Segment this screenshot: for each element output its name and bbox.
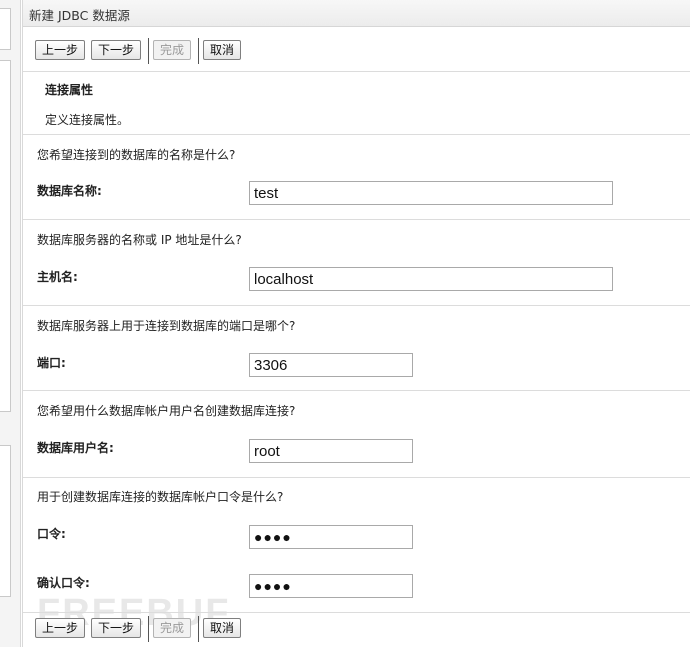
section-title: 连接属性 <box>45 83 94 97</box>
window-title: 新建 JDBC 数据源 <box>29 8 130 23</box>
divider <box>23 71 690 72</box>
port-input[interactable] <box>249 353 413 377</box>
gutter-tab[interactable] <box>0 8 11 50</box>
host-name-label: 主机名: <box>37 270 78 284</box>
port-question: 数据库服务器上用于连接到数据库的端口是哪个? <box>37 319 296 333</box>
button-separator <box>198 616 199 642</box>
db-user-question: 您希望用什么数据库帐户用户名创建数据库连接? <box>37 404 296 418</box>
host-name-input[interactable] <box>249 267 613 291</box>
password-label: 口令: <box>37 527 66 541</box>
confirm-password-label: 确认口令: <box>37 576 90 590</box>
button-separator <box>148 38 149 64</box>
bottom-button-bar: 上一步 下一步 完成 取消 <box>23 612 690 646</box>
database-name-label: 数据库名称: <box>37 184 102 198</box>
db-user-label: 数据库用户名: <box>37 441 114 455</box>
gutter-tab[interactable] <box>0 60 11 412</box>
finish-button: 完成 <box>153 618 192 638</box>
button-separator <box>198 38 199 64</box>
window-titlebar: 新建 JDBC 数据源 <box>23 0 690 27</box>
divider <box>23 134 690 135</box>
finish-button: 完成 <box>153 40 192 60</box>
password-input[interactable] <box>249 525 413 549</box>
gutter-tab[interactable] <box>0 445 11 597</box>
cancel-button[interactable]: 取消 <box>203 40 242 60</box>
back-button[interactable]: 上一步 <box>35 618 86 638</box>
port-label: 端口: <box>37 356 66 370</box>
confirm-password-input[interactable] <box>249 574 413 598</box>
next-button[interactable]: 下一步 <box>91 40 142 60</box>
host-name-question: 数据库服务器的名称或 IP 地址是什么? <box>37 233 242 247</box>
password-question: 用于创建数据库连接的数据库帐户口令是什么? <box>37 490 284 504</box>
divider <box>23 390 690 391</box>
jdbc-wizard-panel: 新建 JDBC 数据源 上一步 下一步 完成 取消 连接属性 定义连接属性。 您… <box>22 0 690 647</box>
top-button-bar: 上一步 下一步 完成 取消 <box>23 34 690 68</box>
back-button[interactable]: 上一步 <box>35 40 86 60</box>
cancel-button[interactable]: 取消 <box>203 618 242 638</box>
next-button[interactable]: 下一步 <box>91 618 142 638</box>
divider <box>23 305 690 306</box>
divider <box>23 477 690 478</box>
database-name-input[interactable] <box>249 181 613 205</box>
button-separator <box>148 616 149 642</box>
db-user-input[interactable] <box>249 439 413 463</box>
divider <box>23 219 690 220</box>
section-description: 定义连接属性。 <box>45 113 130 127</box>
left-gutter <box>0 0 21 647</box>
database-name-question: 您希望连接到的数据库的名称是什么? <box>37 148 236 162</box>
